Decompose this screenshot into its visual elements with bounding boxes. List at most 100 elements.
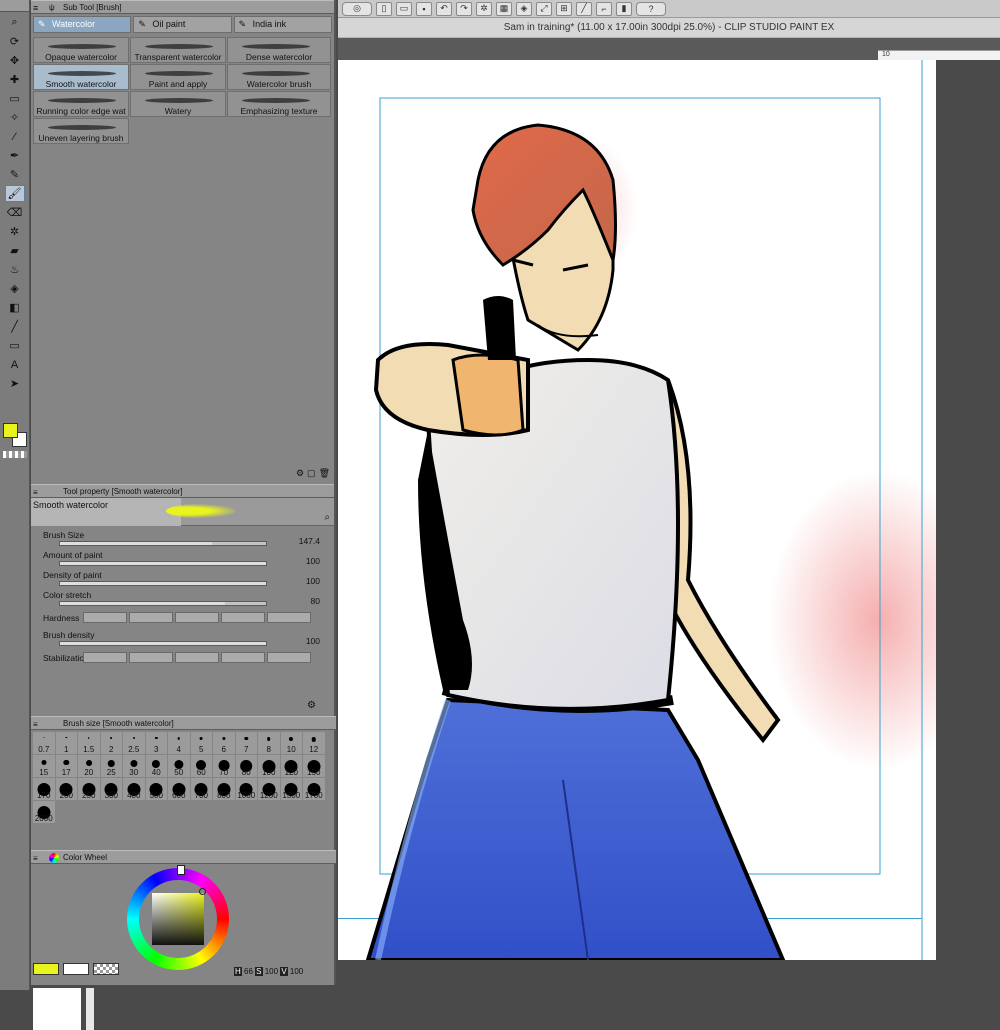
property-value[interactable]: 147.4	[299, 536, 320, 546]
saturation-value-square[interactable]	[152, 893, 204, 945]
level-slider[interactable]	[83, 652, 311, 663]
property-value[interactable]: 80	[311, 596, 320, 606]
snap-ruler-icon[interactable]: ╱	[576, 1, 592, 16]
transparent-chip[interactable]	[93, 963, 119, 975]
eyedropper-icon[interactable]: ⁄	[5, 128, 25, 145]
property-value[interactable]: 100	[306, 556, 320, 566]
brush-size-option[interactable]: 500	[145, 778, 167, 800]
figure-icon[interactable]: ╱	[5, 318, 25, 335]
brush-size-option[interactable]: 20	[78, 755, 100, 777]
new-file-icon[interactable]: ▯	[376, 1, 392, 16]
fill-icon[interactable]: ◈	[5, 280, 25, 297]
new-subtool-icon[interactable]: ▢	[307, 468, 316, 484]
brush-size-option[interactable]: 17	[55, 755, 77, 777]
brush-size-option[interactable]: 6	[213, 732, 235, 754]
panel-menu-icon[interactable]: ≡	[33, 852, 38, 865]
tab-watercolor[interactable]: ✎ Watercolor	[33, 16, 132, 33]
brush-size-option[interactable]: 1000	[235, 778, 257, 800]
canvas-paper[interactable]	[338, 60, 936, 960]
brush-size-option[interactable]: 400	[123, 778, 145, 800]
toolbox-grip[interactable]	[0, 0, 29, 12]
tab-india-ink[interactable]: ✎ India ink	[233, 16, 332, 33]
airbrush-icon[interactable]: ⌫	[5, 204, 25, 221]
undo-icon[interactable]: ↶	[436, 1, 452, 16]
property-value[interactable]: 100	[306, 576, 320, 586]
blend-icon[interactable]: ♨	[5, 261, 25, 278]
hue-ring[interactable]	[127, 865, 229, 970]
panel-menu-icon[interactable]: ≡	[33, 718, 38, 731]
panel-menu-icon[interactable]: ≡	[33, 2, 38, 15]
fill-icon[interactable]: ◈	[516, 1, 532, 16]
brush-size-option[interactable]: 2.5	[123, 732, 145, 754]
brush-size-option[interactable]: 250	[78, 778, 100, 800]
brush-size-option[interactable]: 80	[235, 755, 257, 777]
brush-size-option[interactable]: 40	[145, 755, 167, 777]
brush-item[interactable]: Uneven layering brush	[33, 118, 129, 144]
transform-icon[interactable]: ⤢	[536, 1, 552, 16]
brush-size-option[interactable]: 7	[235, 732, 257, 754]
brush-size-option[interactable]: 1700	[303, 778, 325, 800]
brush-size-option[interactable]: 60	[190, 755, 212, 777]
tab-oil-paint[interactable]: ✎ Oil paint	[133, 16, 232, 33]
brush-item[interactable]: Smooth watercolor	[33, 64, 129, 90]
brush-item[interactable]: Transparent watercolor	[130, 37, 226, 63]
brush-size-option[interactable]: 8	[258, 732, 280, 754]
brush-item[interactable]: Emphasizing texture	[227, 91, 331, 117]
brush-size-option[interactable]: 70	[213, 755, 235, 777]
property-slider[interactable]	[59, 581, 267, 586]
wrench-icon[interactable]: ⚙	[307, 700, 316, 711]
move-layer-icon[interactable]: ✚	[5, 71, 25, 88]
brush-size-option[interactable]: 2000	[33, 801, 55, 823]
brush-size-option[interactable]: 1200	[258, 778, 280, 800]
open-file-icon[interactable]: ▭	[396, 1, 412, 16]
brush-size-option[interactable]: 300	[100, 778, 122, 800]
sub-color-chip[interactable]	[63, 963, 89, 975]
settings-icon[interactable]: ⚙	[296, 468, 304, 484]
decoration-icon[interactable]: ✲	[5, 223, 25, 240]
brush-size-option[interactable]: 600	[168, 778, 190, 800]
property-value[interactable]: 100	[306, 636, 320, 646]
brush-size-option[interactable]: 30	[123, 755, 145, 777]
move-icon[interactable]: ✥	[5, 52, 25, 69]
gradient-icon[interactable]: ◧	[5, 299, 25, 316]
brush-size-option[interactable]: 3	[145, 732, 167, 754]
sv-handle[interactable]	[199, 888, 206, 895]
brush-size-option[interactable]: 100	[258, 755, 280, 777]
brush-size-option[interactable]: 170	[33, 778, 55, 800]
trash-icon[interactable]: 🗑	[319, 468, 330, 484]
color-wheel-icon[interactable]	[49, 853, 59, 863]
canvas-area[interactable]	[338, 60, 1000, 1030]
brush-size-option[interactable]: 2	[100, 732, 122, 754]
brush-icon[interactable]: 🖌	[4, 185, 25, 202]
search-icon[interactable]: ⌕	[324, 512, 330, 523]
help-icon[interactable]: ?	[636, 1, 666, 16]
clear-icon[interactable]: ✲	[476, 1, 492, 16]
selection-icon[interactable]: ▭	[5, 90, 25, 107]
clip-studio-icon[interactable]: ◎	[342, 1, 372, 16]
property-slider[interactable]	[59, 641, 267, 646]
pen-icon[interactable]: ✒	[5, 147, 25, 164]
brush-item[interactable]: Dense watercolor	[227, 37, 331, 63]
snap-special-icon[interactable]: ▮	[616, 1, 632, 16]
eraser-icon[interactable]: ▰	[5, 242, 25, 259]
brush-item[interactable]: Paint and apply	[130, 64, 226, 90]
rotate-icon[interactable]: ⟳	[5, 33, 25, 50]
redo-icon[interactable]: ↷	[456, 1, 472, 16]
brush-size-option[interactable]: 10	[280, 732, 302, 754]
brush-size-option[interactable]: 200	[55, 778, 77, 800]
brush-size-option[interactable]: 700	[190, 778, 212, 800]
brush-size-option[interactable]: 1.5	[78, 732, 100, 754]
zoom-icon[interactable]: ⌕	[5, 14, 25, 31]
property-slider[interactable]	[59, 541, 267, 546]
brush-size-option[interactable]: 1500	[280, 778, 302, 800]
brush-size-option[interactable]: 150	[303, 755, 325, 777]
deselect-icon[interactable]: ⊞	[556, 1, 572, 16]
brush-size-option[interactable]: 50	[168, 755, 190, 777]
clear-outside-icon[interactable]: ▦	[496, 1, 512, 16]
property-slider[interactable]	[59, 601, 267, 606]
brush-size-option[interactable]: 15	[33, 755, 55, 777]
brush-size-option[interactable]: 25	[100, 755, 122, 777]
brush-size-option[interactable]: 800	[213, 778, 235, 800]
text-icon[interactable]: A	[5, 356, 25, 373]
brush-item[interactable]: Watery	[130, 91, 226, 117]
